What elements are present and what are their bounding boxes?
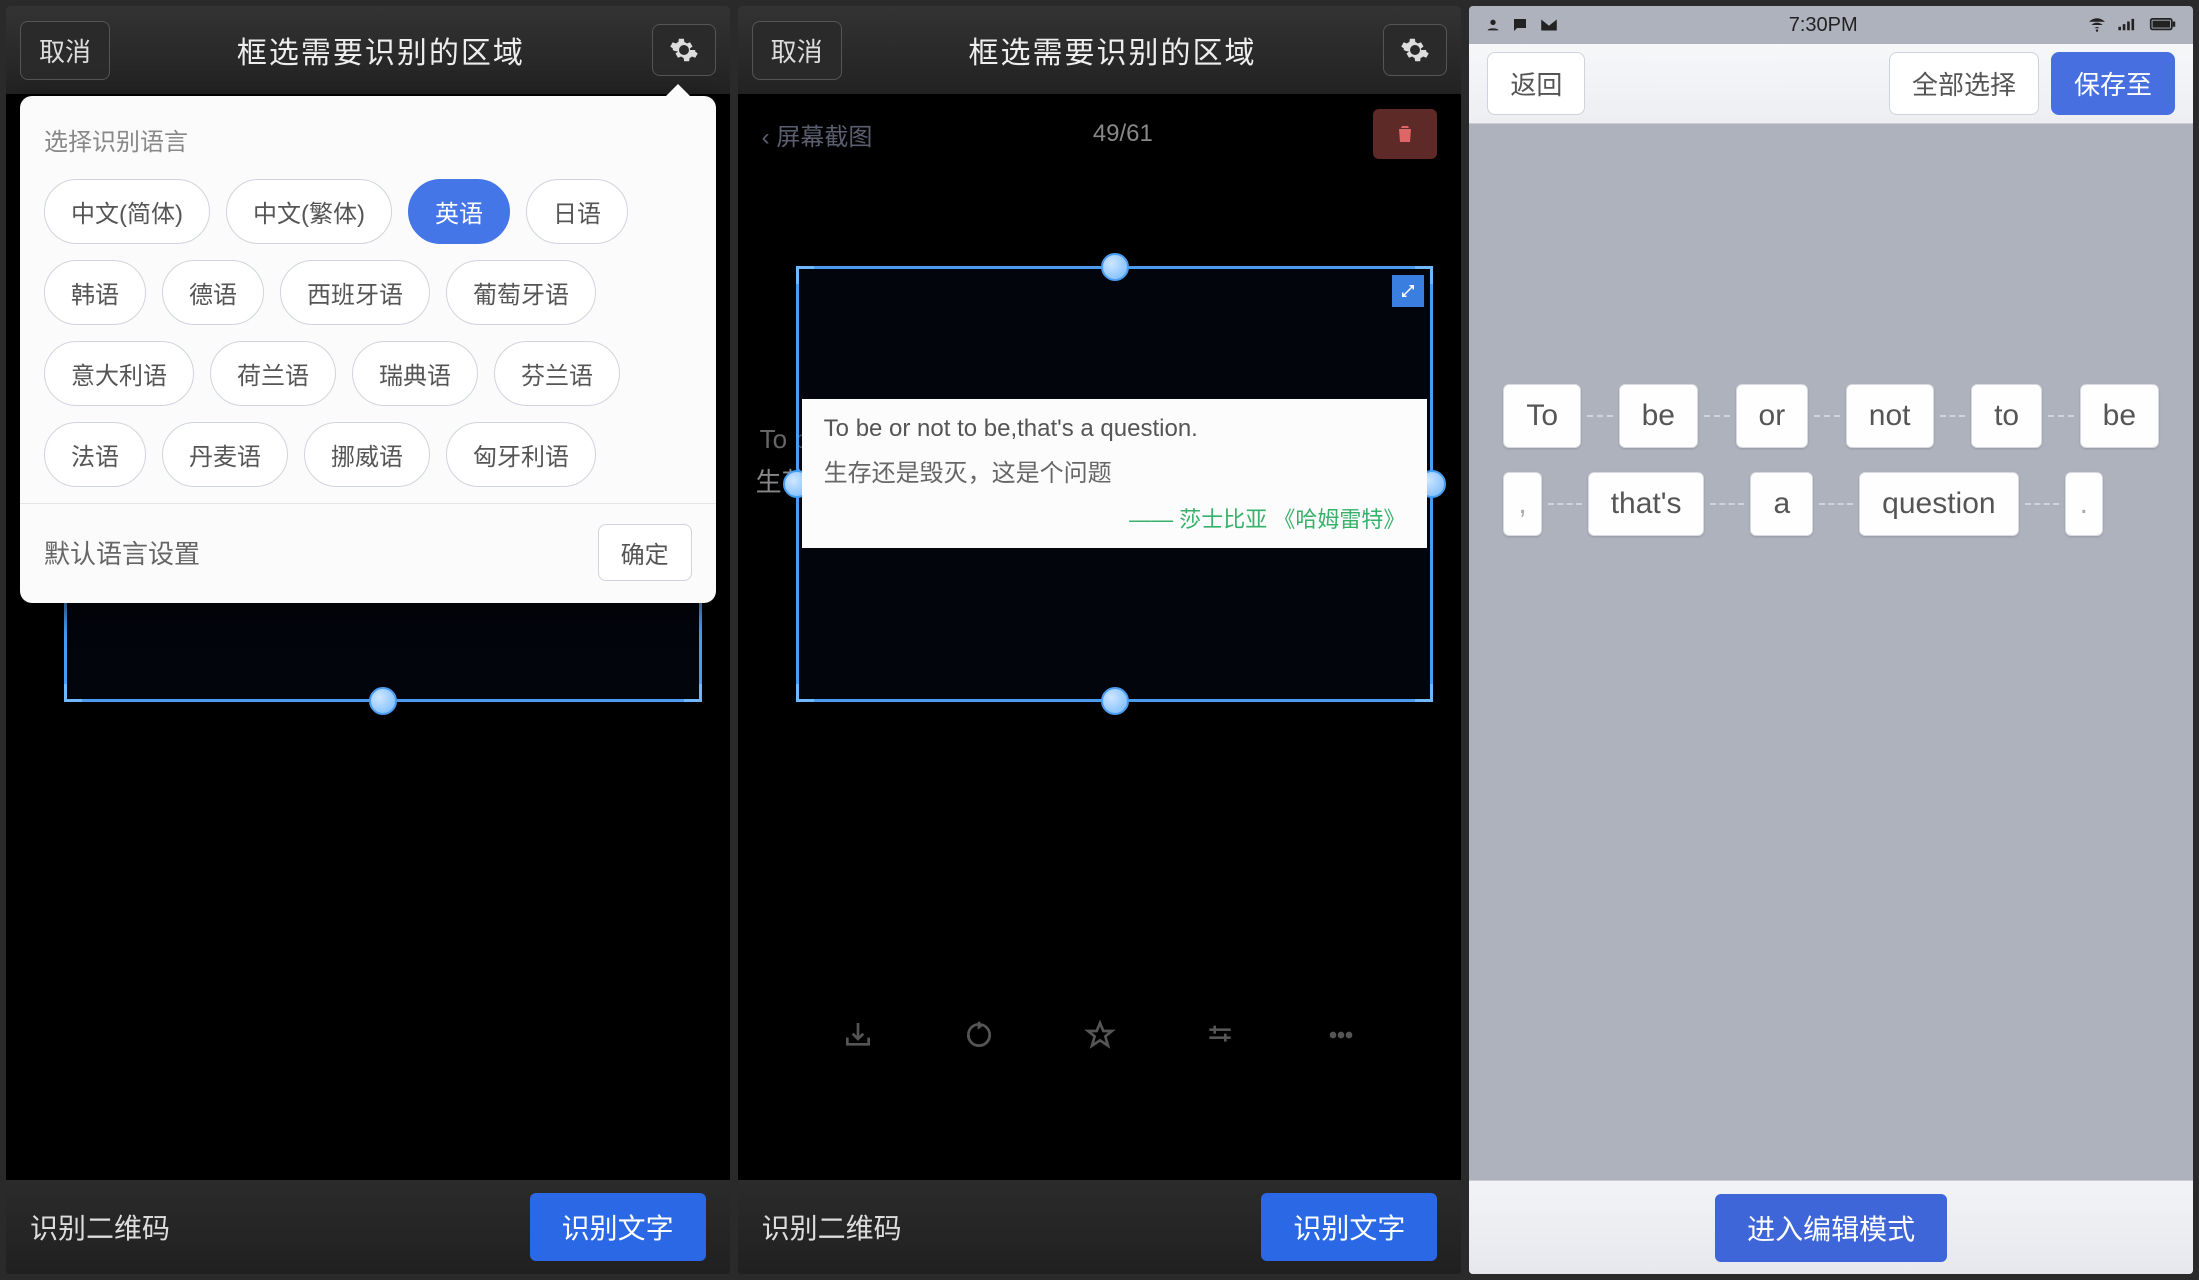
chat-icon xyxy=(1511,16,1529,34)
word-tile[interactable]: or xyxy=(1736,384,1809,448)
lang-italian[interactable]: 意大利语 xyxy=(44,341,194,406)
page-title: 框选需要识别的区域 xyxy=(969,28,1257,72)
screen-2-crop: 取消 框选需要识别的区域 ‹ 屏幕截图 49/61 To b 生花 To be xyxy=(738,6,1462,1274)
rotate-icon[interactable] xyxy=(963,1019,995,1051)
page-title: 框选需要识别的区域 xyxy=(237,28,525,72)
lang-german[interactable]: 德语 xyxy=(162,260,264,325)
lang-zh-simplified[interactable]: 中文(简体) xyxy=(44,179,210,244)
card-line-1: To be or not to be,that's a question. xyxy=(824,415,1406,443)
topbar: 取消 框选需要识别的区域 xyxy=(6,6,730,94)
screen-3-word-edit: 7:30PM 返回 全部选择 保存至 To be or not to be , … xyxy=(1469,6,2193,1274)
scan-qr-button[interactable]: 识别二维码 xyxy=(30,1207,170,1247)
recognize-text-button[interactable]: 识别文字 xyxy=(530,1193,706,1261)
gear-icon xyxy=(1400,35,1430,65)
popover-title: 选择识别语言 xyxy=(44,122,692,157)
word-tile[interactable]: To xyxy=(1503,384,1581,448)
cancel-button[interactable]: 取消 xyxy=(20,21,110,80)
recognize-text-button[interactable]: 识别文字 xyxy=(1261,1193,1437,1261)
trash-icon xyxy=(1393,122,1417,146)
star-icon[interactable] xyxy=(1084,1019,1116,1051)
save-to-button[interactable]: 保存至 xyxy=(2051,52,2175,115)
handle-top[interactable] xyxy=(1101,253,1129,281)
inner-toolbar xyxy=(738,1000,1462,1070)
lang-danish[interactable]: 丹麦语 xyxy=(162,422,288,487)
cancel-button[interactable]: 取消 xyxy=(752,21,842,80)
card-line-2: 生存还是毁灭，这是个问题 xyxy=(824,453,1406,488)
word-row-1: To be or not to be xyxy=(1503,384,2159,448)
handle-bottom[interactable] xyxy=(369,687,397,715)
word-tile[interactable]: to xyxy=(1971,384,2042,448)
status-time: 7:30PM xyxy=(1789,14,1858,37)
topbar: 返回 全部选择 保存至 xyxy=(1469,44,2193,124)
lang-zh-traditional[interactable]: 中文(繁体) xyxy=(226,179,392,244)
expand-button[interactable] xyxy=(1392,275,1424,307)
handle-bottom[interactable] xyxy=(1101,687,1129,715)
word-row-2: , that's a question . xyxy=(1503,472,2159,536)
lang-korean[interactable]: 韩语 xyxy=(44,260,146,325)
word-tile[interactable]: question xyxy=(1859,472,2018,536)
ok-button[interactable]: 确定 xyxy=(598,524,692,581)
battery-icon xyxy=(2149,18,2177,32)
delete-button[interactable] xyxy=(1373,109,1437,159)
word-tile[interactable]: a xyxy=(1750,472,1813,536)
mail-icon xyxy=(1539,18,1559,32)
lang-english[interactable]: 英语 xyxy=(408,179,510,244)
back-button[interactable]: 返回 xyxy=(1487,52,1585,115)
status-bar: 7:30PM xyxy=(1469,6,2193,44)
lang-spanish[interactable]: 西班牙语 xyxy=(280,260,430,325)
card-credit: —— 莎士比亚 《哈姆雷特》 xyxy=(824,502,1406,534)
adjust-icon[interactable] xyxy=(1204,1019,1236,1051)
share-icon[interactable] xyxy=(842,1019,874,1051)
screen-1-language-select: 取消 框选需要识别的区域 生花 生存还是毁灭，这是个问题 —— 莎士比亚 《哈姆… xyxy=(6,6,730,1274)
expand-icon xyxy=(1399,282,1417,300)
wifi-icon xyxy=(2087,17,2107,33)
photo-counter: 49/61 xyxy=(1093,120,1153,148)
selection-rectangle[interactable]: To be or not to be,that's a question. 生存… xyxy=(796,266,1434,702)
word-tile[interactable]: be xyxy=(2080,384,2159,448)
word-area: To be or not to be , that's a question . xyxy=(1469,124,2193,536)
lang-hungarian[interactable]: 匈牙利语 xyxy=(446,422,596,487)
language-popover: 选择识别语言 中文(简体) 中文(繁体) 英语 日语 韩语 德语 西班牙语 葡萄… xyxy=(20,96,716,603)
lang-dutch[interactable]: 荷兰语 xyxy=(210,341,336,406)
word-tile[interactable]: not xyxy=(1846,384,1934,448)
word-tile[interactable]: be xyxy=(1619,384,1698,448)
word-tile[interactable]: that's xyxy=(1588,472,1705,536)
more-icon[interactable] xyxy=(1325,1019,1357,1051)
word-tile[interactable]: , xyxy=(1503,472,1541,536)
contact-icon xyxy=(1485,17,1501,33)
bottombar: 识别二维码 识别文字 xyxy=(738,1180,1462,1274)
lang-japanese[interactable]: 日语 xyxy=(526,179,628,244)
lang-swedish[interactable]: 瑞典语 xyxy=(352,341,478,406)
scan-qr-button[interactable]: 识别二维码 xyxy=(762,1207,902,1247)
text-card: To be or not to be,that's a question. 生存… xyxy=(802,399,1428,548)
bottombar: 识别二维码 识别文字 xyxy=(6,1180,730,1274)
default-language-link[interactable]: 默认语言设置 xyxy=(44,534,200,571)
settings-button[interactable] xyxy=(652,24,716,76)
inner-header: ‹ 屏幕截图 49/61 xyxy=(738,94,1462,174)
inner-back-button[interactable]: ‹ 屏幕截图 xyxy=(762,117,873,152)
viewer-area: ‹ 屏幕截图 49/61 To b 生花 To be or not to be,… xyxy=(738,94,1462,1180)
enter-edit-mode-button[interactable]: 进入编辑模式 xyxy=(1715,1194,1947,1262)
select-all-button[interactable]: 全部选择 xyxy=(1889,52,2039,115)
signal-icon xyxy=(2117,18,2139,32)
topbar: 取消 框选需要识别的区域 xyxy=(738,6,1462,94)
gear-icon xyxy=(669,35,699,65)
lang-portuguese[interactable]: 葡萄牙语 xyxy=(446,260,596,325)
lang-finnish[interactable]: 芬兰语 xyxy=(494,341,620,406)
settings-button[interactable] xyxy=(1383,24,1447,76)
lang-french[interactable]: 法语 xyxy=(44,422,146,487)
word-tile[interactable]: . xyxy=(2065,472,2103,536)
lang-norwegian[interactable]: 挪威语 xyxy=(304,422,430,487)
bottombar: 进入编辑模式 xyxy=(1469,1180,2193,1274)
